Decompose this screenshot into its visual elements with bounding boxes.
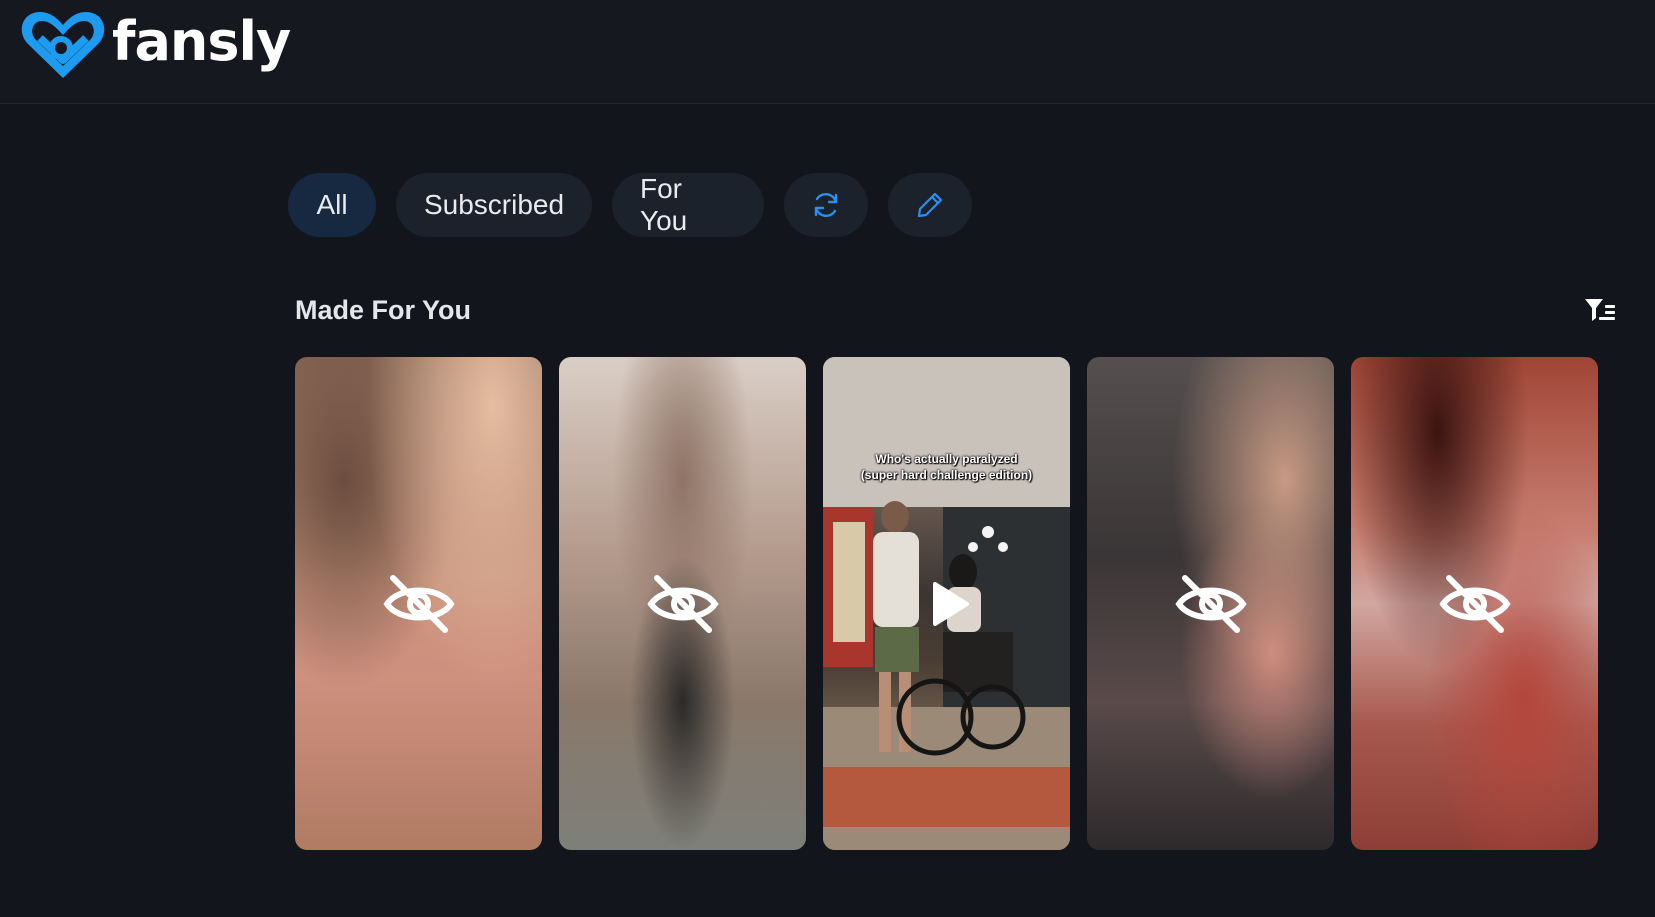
filter-button[interactable] (1584, 296, 1616, 324)
section-title: Made For You (295, 295, 472, 325)
content-card[interactable] (559, 357, 806, 850)
tab-all-label: All (316, 189, 348, 220)
tab-for-you-label: For You (640, 173, 688, 236)
eye-slash-icon (1174, 574, 1247, 633)
caption-line-2: (super hard challenge edition) (860, 468, 1033, 482)
tab-subscribed-label: Subscribed (423, 189, 565, 220)
tab-subscribed[interactable]: Subscribed (396, 173, 592, 237)
made-for-you-cards: Who's actually paralyzed (super hard cha… (295, 357, 1598, 850)
filter-list-icon (1585, 299, 1615, 321)
eye-slash-icon (1438, 574, 1511, 633)
eye-slash-icon (646, 574, 719, 633)
logo-text: fansly (112, 9, 291, 73)
eye-slash-icon (382, 574, 455, 633)
edit-feed-button[interactable] (888, 173, 972, 237)
content-card[interactable] (1087, 357, 1334, 850)
tab-all[interactable]: All (288, 173, 376, 237)
feed-tabs: All Subscribed For You (288, 173, 972, 237)
content-card[interactable] (295, 357, 542, 850)
top-bar: fansly (0, 0, 1655, 104)
tab-for-you[interactable]: For You (612, 173, 764, 237)
play-icon (932, 581, 969, 626)
pencil-icon (917, 192, 943, 218)
refresh-icon (814, 192, 838, 218)
refresh-button[interactable] (784, 173, 868, 237)
caption-line-1: Who's actually paralyzed (875, 452, 1018, 466)
logo[interactable]: fansly (20, 8, 291, 80)
video-card[interactable]: Who's actually paralyzed (super hard cha… (823, 357, 1070, 850)
video-caption: Who's actually paralyzed (super hard cha… (823, 451, 1070, 483)
heart-logo-icon (21, 12, 105, 78)
content-card[interactable] (1351, 357, 1598, 850)
